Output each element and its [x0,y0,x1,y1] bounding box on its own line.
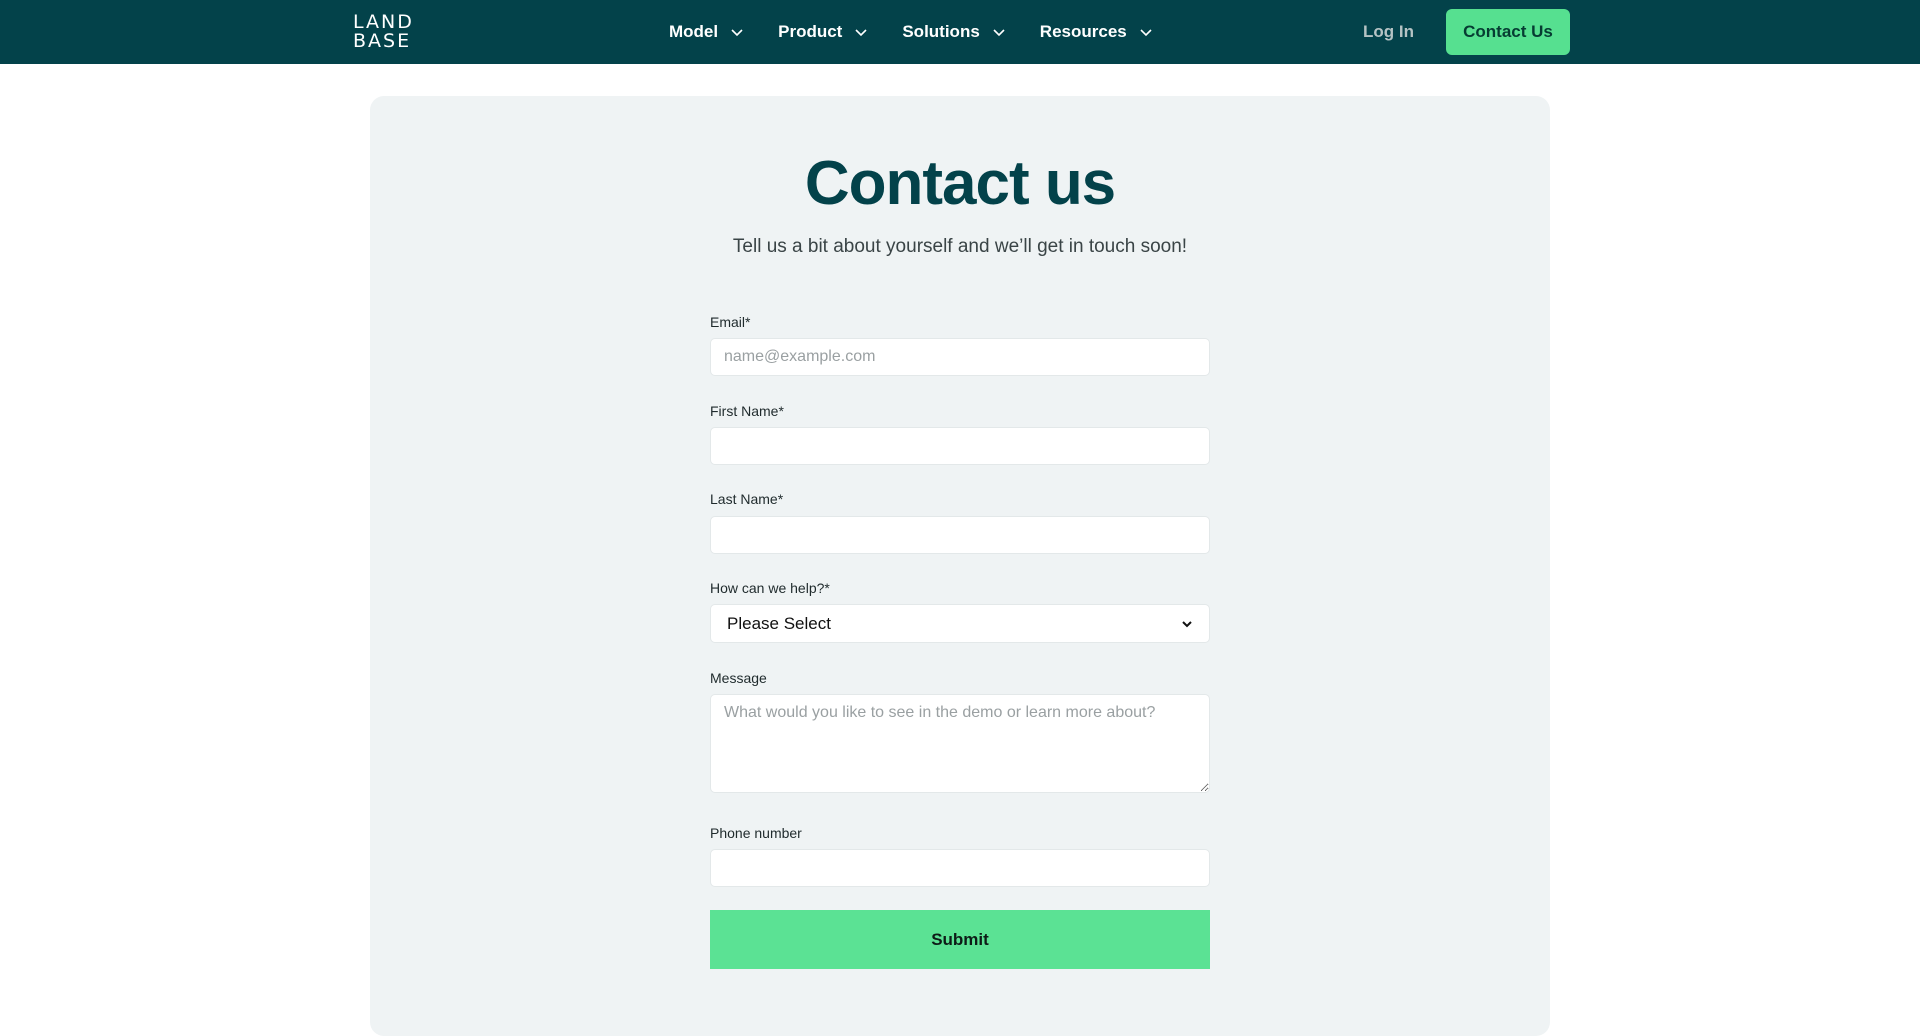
menu-item-label: Solutions [902,22,980,41]
email-field[interactable] [710,338,1210,376]
menu-item-resources[interactable]: Resources [1040,22,1153,42]
landbase-logo[interactable]: LAND BASE [353,13,423,51]
phone-label: Phone number [710,825,802,841]
message-label: Message [710,670,767,686]
main-menu: Model Product Solutions Resources [669,0,1187,64]
top-nav: LAND BASE Model Product Solutions Resour… [0,0,1920,64]
page-subtitle: Tell us a bit about yourself and we’ll g… [732,236,1188,257]
chevron-down-icon [1182,620,1192,627]
menu-item-model[interactable]: Model [669,22,744,42]
chevron-down-icon [731,29,743,37]
last-name-field[interactable] [710,516,1210,554]
phone-field[interactable] [710,849,1210,887]
logo-text-bottom: BASE [353,30,412,52]
help-select[interactable]: Please Select [710,604,1210,643]
menu-item-label: Product [778,22,843,41]
menu-item-solutions[interactable]: Solutions [902,22,1005,42]
page-title: Contact us [804,149,1116,218]
help-label: How can we help?* [710,580,830,596]
submit-button[interactable]: Submit [710,910,1210,969]
login-link[interactable]: Log In [1363,22,1414,42]
first-name-label: First Name* [710,403,784,419]
last-name-label: Last Name* [710,491,784,507]
message-field[interactable] [710,694,1210,793]
menu-item-product[interactable]: Product [778,22,868,42]
email-label: Email* [710,314,751,330]
chevron-down-icon [993,29,1005,37]
chevron-down-icon [855,29,867,37]
menu-item-label: Resources [1039,22,1127,41]
menu-item-label: Model [669,22,719,41]
help-select-value: Please Select [727,613,831,633]
contact-us-button[interactable]: Contact Us [1446,9,1570,55]
chevron-down-icon [1140,29,1152,37]
first-name-field[interactable] [710,427,1210,465]
